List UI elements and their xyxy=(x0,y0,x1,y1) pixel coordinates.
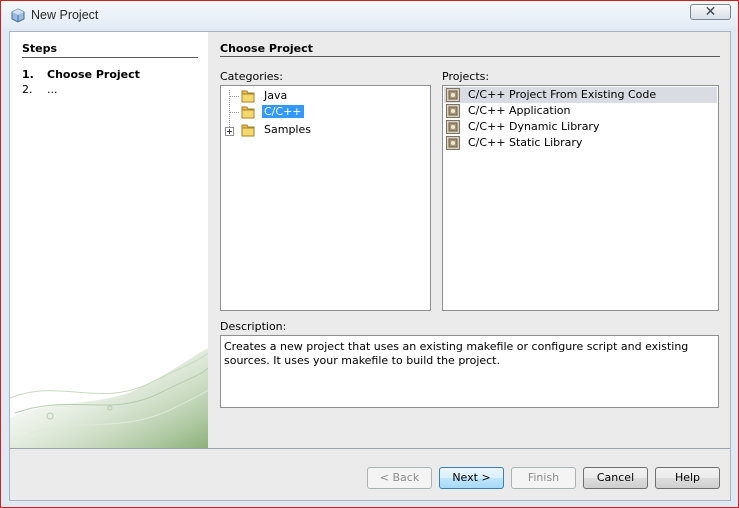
close-icon: ✕ xyxy=(704,3,717,19)
cancel-button[interactable]: Cancel xyxy=(583,467,648,489)
tree-guide-line xyxy=(230,112,239,113)
description-label: Description: xyxy=(220,320,287,333)
netbeans-cube-icon xyxy=(11,8,25,23)
tree-guide-line xyxy=(230,96,239,97)
project-icon xyxy=(446,120,460,134)
folder-icon xyxy=(241,90,255,103)
window-title: New Project xyxy=(31,8,99,22)
description-text: Creates a new project that uses an exist… xyxy=(220,335,719,408)
page-title: Choose Project xyxy=(220,42,313,55)
steps-panel: Steps 1. Choose Project 2.... xyxy=(10,32,208,448)
step-item-next: 2.... xyxy=(22,83,58,96)
dialog-content: Steps 1. Choose Project 2.... Choose Pro… xyxy=(9,31,731,501)
category-label: Java xyxy=(264,89,288,102)
step-label: Choose Project xyxy=(47,68,140,81)
projects-label: Projects: xyxy=(442,70,490,83)
project-icon xyxy=(446,104,460,118)
step-label: ... xyxy=(47,83,58,96)
project-label: C/C++ Dynamic Library xyxy=(468,120,600,133)
project-label: C/C++ Project From Existing Code xyxy=(468,88,657,101)
category-label: C/C++ xyxy=(262,105,304,118)
project-item-from-existing-code[interactable]: C/C++ Project From Existing Code xyxy=(444,87,717,103)
expand-icon[interactable] xyxy=(225,127,234,136)
title-bar[interactable]: New Project ✕ xyxy=(1,1,738,29)
step-number: 2. xyxy=(22,83,33,96)
finish-button[interactable]: Finish xyxy=(511,467,576,489)
button-bar-divider xyxy=(10,448,730,449)
new-project-dialog: New Project ✕ Steps 1. Choose Project 2..… xyxy=(0,0,739,508)
project-item-static-library[interactable]: C/C++ Static Library xyxy=(444,135,717,151)
next-button[interactable]: Next > xyxy=(439,467,504,489)
project-label: C/C++ Application xyxy=(468,104,571,117)
project-item-dynamic-library[interactable]: C/C++ Dynamic Library xyxy=(444,119,717,135)
title-divider xyxy=(220,56,720,57)
folder-icon xyxy=(241,124,255,137)
project-icon xyxy=(446,136,460,150)
categories-tree[interactable]: Java C/C++ Samples xyxy=(220,85,431,311)
step-item-choose-project: 1. Choose Project xyxy=(22,68,140,81)
category-label: Samples xyxy=(264,123,311,136)
project-label: C/C++ Static Library xyxy=(468,136,583,149)
close-button[interactable]: ✕ xyxy=(690,4,731,20)
decorative-swoosh-graphic xyxy=(10,348,208,448)
project-icon xyxy=(446,88,460,102)
step-number: 1. xyxy=(22,68,34,81)
folder-icon xyxy=(241,106,255,119)
back-button[interactable]: < Back xyxy=(367,467,432,489)
projects-list[interactable]: C/C++ Project From Existing Code C/C++ A… xyxy=(442,85,719,311)
help-button[interactable]: Help xyxy=(655,467,720,489)
steps-divider xyxy=(22,57,198,58)
steps-title: Steps xyxy=(22,42,58,55)
categories-label: Categories: xyxy=(220,70,283,83)
project-item-application[interactable]: C/C++ Application xyxy=(444,103,717,119)
